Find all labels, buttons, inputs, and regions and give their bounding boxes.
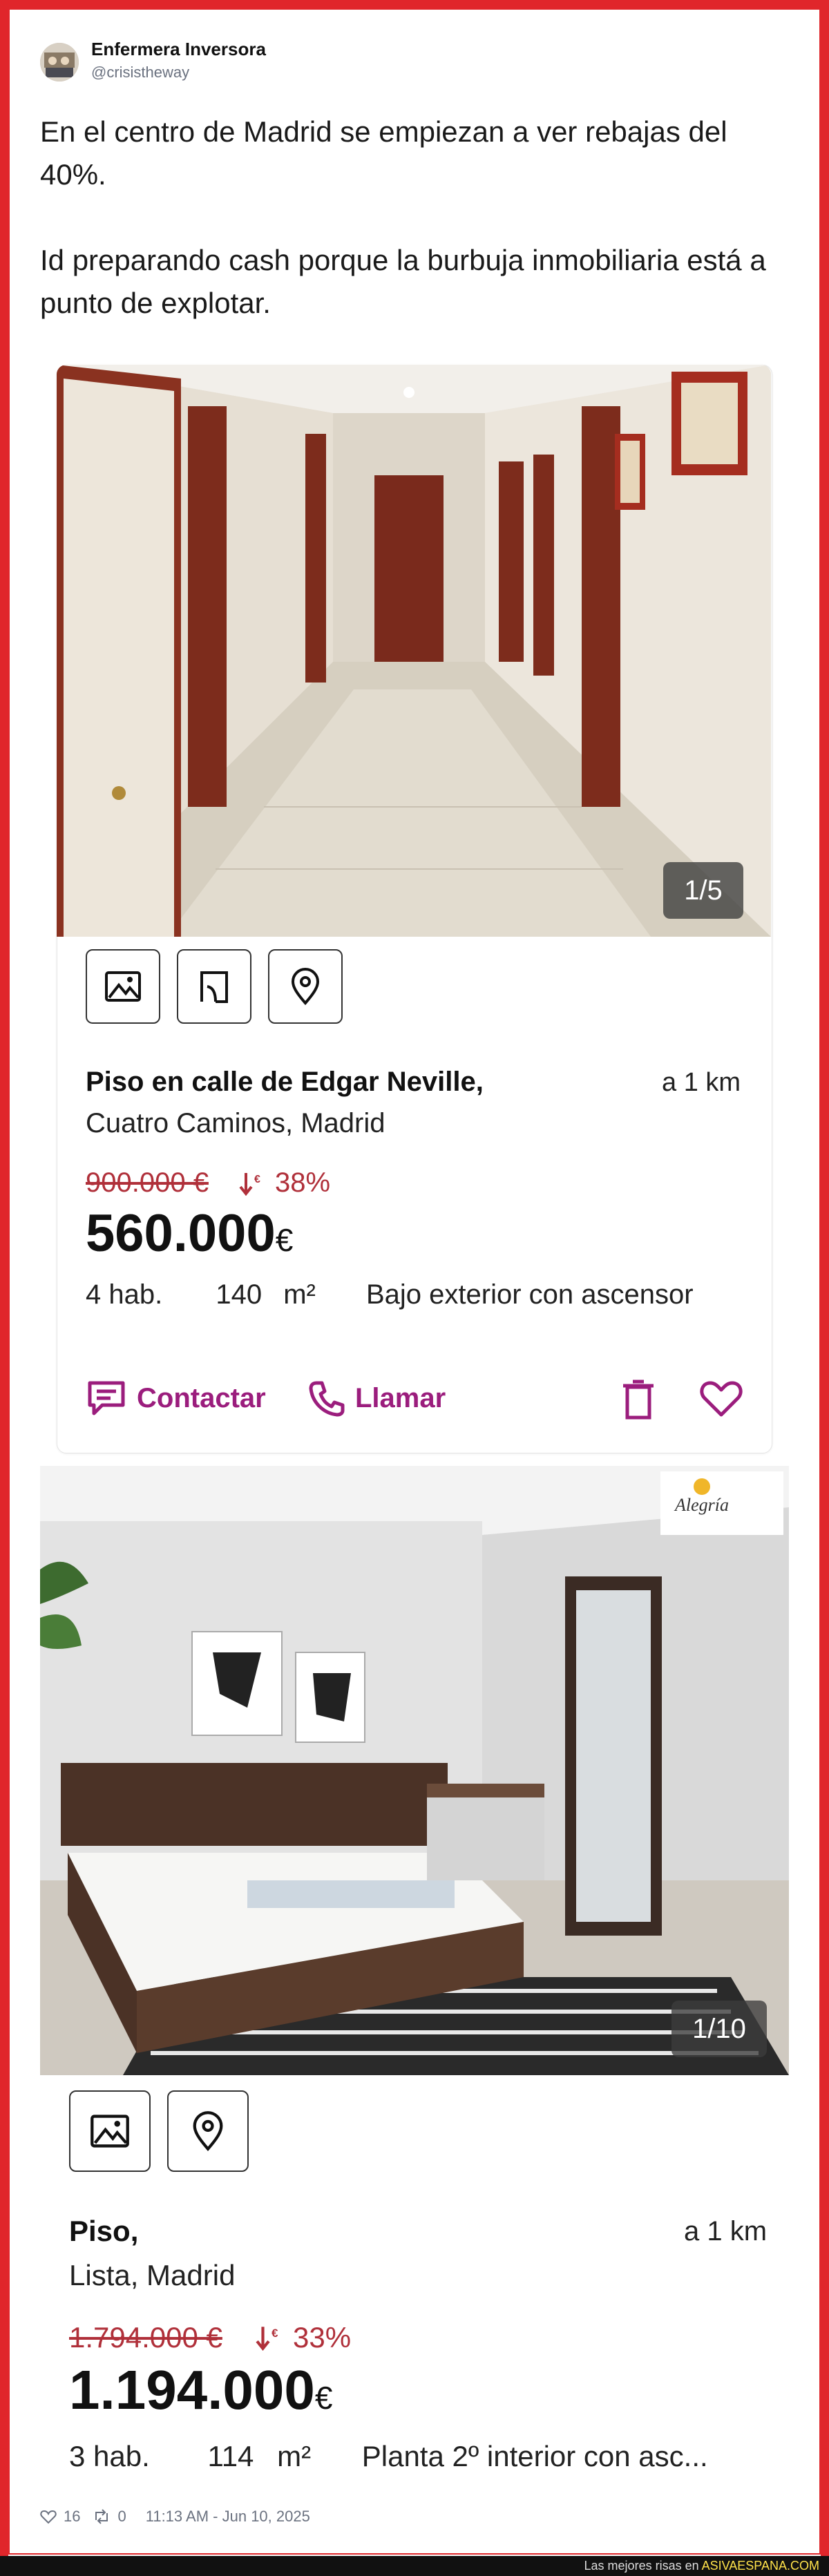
image-icon (90, 2115, 129, 2148)
area: 114 (207, 2440, 254, 2472)
like-count: 16 (64, 2508, 81, 2525)
listing-1-location: Cuatro Caminos, Madrid (86, 1108, 385, 1138)
listing-2-old-price: 1.794.000 € (69, 2321, 222, 2354)
area-unit: m² (277, 2440, 312, 2472)
svg-text:Alegría: Alegría (674, 1495, 729, 1515)
heart-icon (700, 1381, 743, 1417)
floorplan-button[interactable] (177, 949, 251, 1024)
map-button[interactable] (167, 2090, 249, 2172)
trash-icon (623, 1380, 654, 1420)
footer-bar: Las mejores risas en ASIVAESPANA.COM (0, 2556, 829, 2576)
contact-button[interactable]: Contactar (86, 1379, 266, 1418)
listing-1-discount: 38% (275, 1167, 331, 1198)
bedroom-photo (40, 1466, 789, 2075)
price-currency: € (275, 1222, 294, 1258)
retweet-count: 0 (117, 2508, 126, 2525)
rooms: 4 hab. (86, 1279, 163, 1310)
map-pin-icon (291, 968, 320, 1006)
listing-2-location: Lista, Madrid (69, 2259, 236, 2291)
hallway-photo (57, 365, 771, 937)
footer-site[interactable]: ASIVAESPANA.COM (702, 2559, 819, 2573)
listing-1-price: 560.000€ (86, 1203, 293, 1263)
listing-2-title[interactable]: Piso, (69, 2215, 138, 2248)
image-icon (105, 971, 141, 1002)
like-icon[interactable] (40, 2509, 57, 2524)
map-button[interactable] (268, 949, 343, 1024)
price-currency: € (314, 2380, 333, 2416)
photos-button[interactable] (69, 2090, 151, 2172)
listing-1-title[interactable]: Piso en calle de Edgar Neville, (86, 1067, 484, 1098)
tweet-meta: 16 0 11:13 AM - Jun 10, 2025 (40, 2508, 310, 2526)
area-unit: m² (283, 1279, 316, 1310)
tweet-text: En el centro de Madrid se empiezan a ver… (40, 115, 766, 319)
listing-2-features: 3 hab. 114 m² Planta 2º interior con asc… (69, 2440, 708, 2473)
photo-counter-1: 1/5 (663, 862, 743, 919)
author-name[interactable]: Enfermera Inversora (91, 39, 266, 60)
rooms: 3 hab. (69, 2440, 150, 2472)
agency-logo: Alegría (660, 1473, 743, 1528)
area: 140 (216, 1279, 263, 1310)
floorplan-icon (200, 971, 228, 1003)
listing-2-photo[interactable] (40, 1466, 789, 2075)
listing-2-discount: 33% (293, 2321, 352, 2354)
timestamp[interactable]: 11:13 AM - Jun 10, 2025 (146, 2508, 310, 2526)
listing-1-distance: a 1 km (662, 1068, 741, 1097)
photos-button[interactable] (86, 949, 160, 1024)
svg-text:€: € (271, 2327, 278, 2340)
favorite-button[interactable] (699, 1379, 743, 1421)
price-value: 1.194.000 (69, 2359, 315, 2421)
map-pin-icon (193, 2111, 223, 2151)
floor: Bajo exterior con ascensor (365, 1279, 694, 1310)
listing-2-price: 1.194.000€ (69, 2358, 333, 2422)
price-drop-icon: € (239, 1170, 267, 1201)
listing-1-photo[interactable] (57, 365, 771, 937)
price-value: 560.000 (86, 1204, 276, 1263)
svg-text:€: € (254, 1174, 260, 1185)
chat-icon (88, 1381, 125, 1415)
floor: Planta 2º interior con asc... (361, 2440, 708, 2472)
footer-text: Las mejores risas en (584, 2559, 702, 2573)
listing-1-features: 4 hab. 140 m² Bajo exterior con ascensor (86, 1279, 694, 1310)
listing-2-distance: a 1 km (684, 2216, 768, 2246)
avatar[interactable] (40, 43, 79, 82)
phone-icon (309, 1381, 345, 1417)
delete-button[interactable] (619, 1379, 658, 1424)
avatar-image (40, 43, 79, 82)
retweet-icon[interactable] (93, 2509, 111, 2524)
photo-counter-2: 1/10 (671, 2001, 767, 2057)
call-button[interactable]: Llamar (307, 1379, 446, 1418)
contact-label: Contactar (137, 1382, 266, 1413)
price-drop-icon: € (256, 2324, 285, 2356)
author-handle[interactable]: @crisistheway (91, 64, 189, 82)
call-label: Llamar (355, 1382, 446, 1413)
listing-1-old-price: 900.000 € (86, 1167, 209, 1198)
